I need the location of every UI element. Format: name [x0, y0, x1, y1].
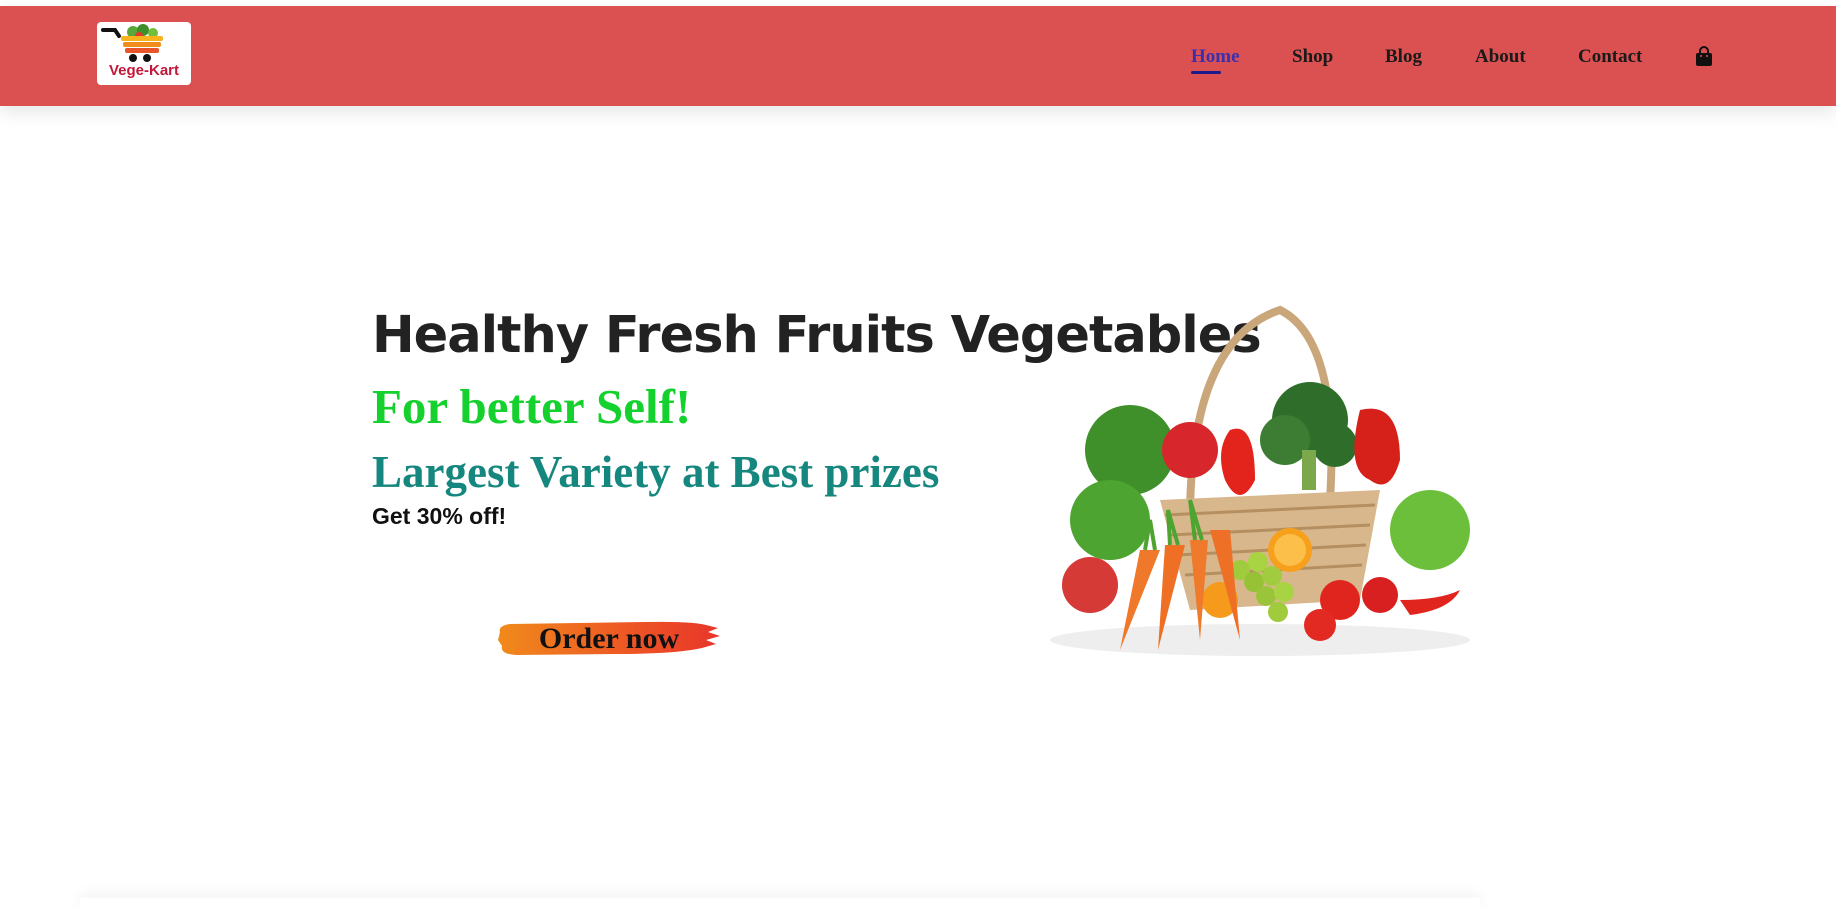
order-now-label: Order now: [538, 622, 680, 655]
active-indicator: [1191, 71, 1221, 74]
nav-about[interactable]: About: [1475, 46, 1526, 68]
vegetable-basket-image: [1040, 300, 1480, 670]
hero-tagline: Largest Variety at Best prizes: [372, 447, 940, 497]
nav-blog[interactable]: Blog: [1385, 46, 1422, 68]
nav-blog-label: Blog: [1385, 46, 1422, 67]
nav-shop-label: Shop: [1292, 46, 1334, 67]
nav-home[interactable]: Home: [1191, 46, 1240, 74]
order-now-button[interactable]: Order now: [496, 618, 722, 658]
hero-offer: Get 30% off!: [372, 503, 507, 529]
hero-subtitle: For better Self!: [372, 379, 692, 434]
nav-home-label: Home: [1191, 46, 1240, 67]
brand-logo[interactable]: Vege-Kart: [97, 22, 191, 85]
nav-shop[interactable]: Shop: [1292, 46, 1333, 68]
nav-contact[interactable]: Contact: [1578, 46, 1642, 68]
navbar: Vege-Kart Home Shop Blog About Contact: [0, 6, 1836, 106]
nav-contact-label: Contact: [1578, 46, 1643, 67]
section-divider: [80, 898, 1480, 907]
shopping-bag-icon[interactable]: [1694, 46, 1714, 68]
logo-text: Vege-Kart: [108, 62, 180, 79]
nav-about-label: About: [1475, 46, 1526, 67]
